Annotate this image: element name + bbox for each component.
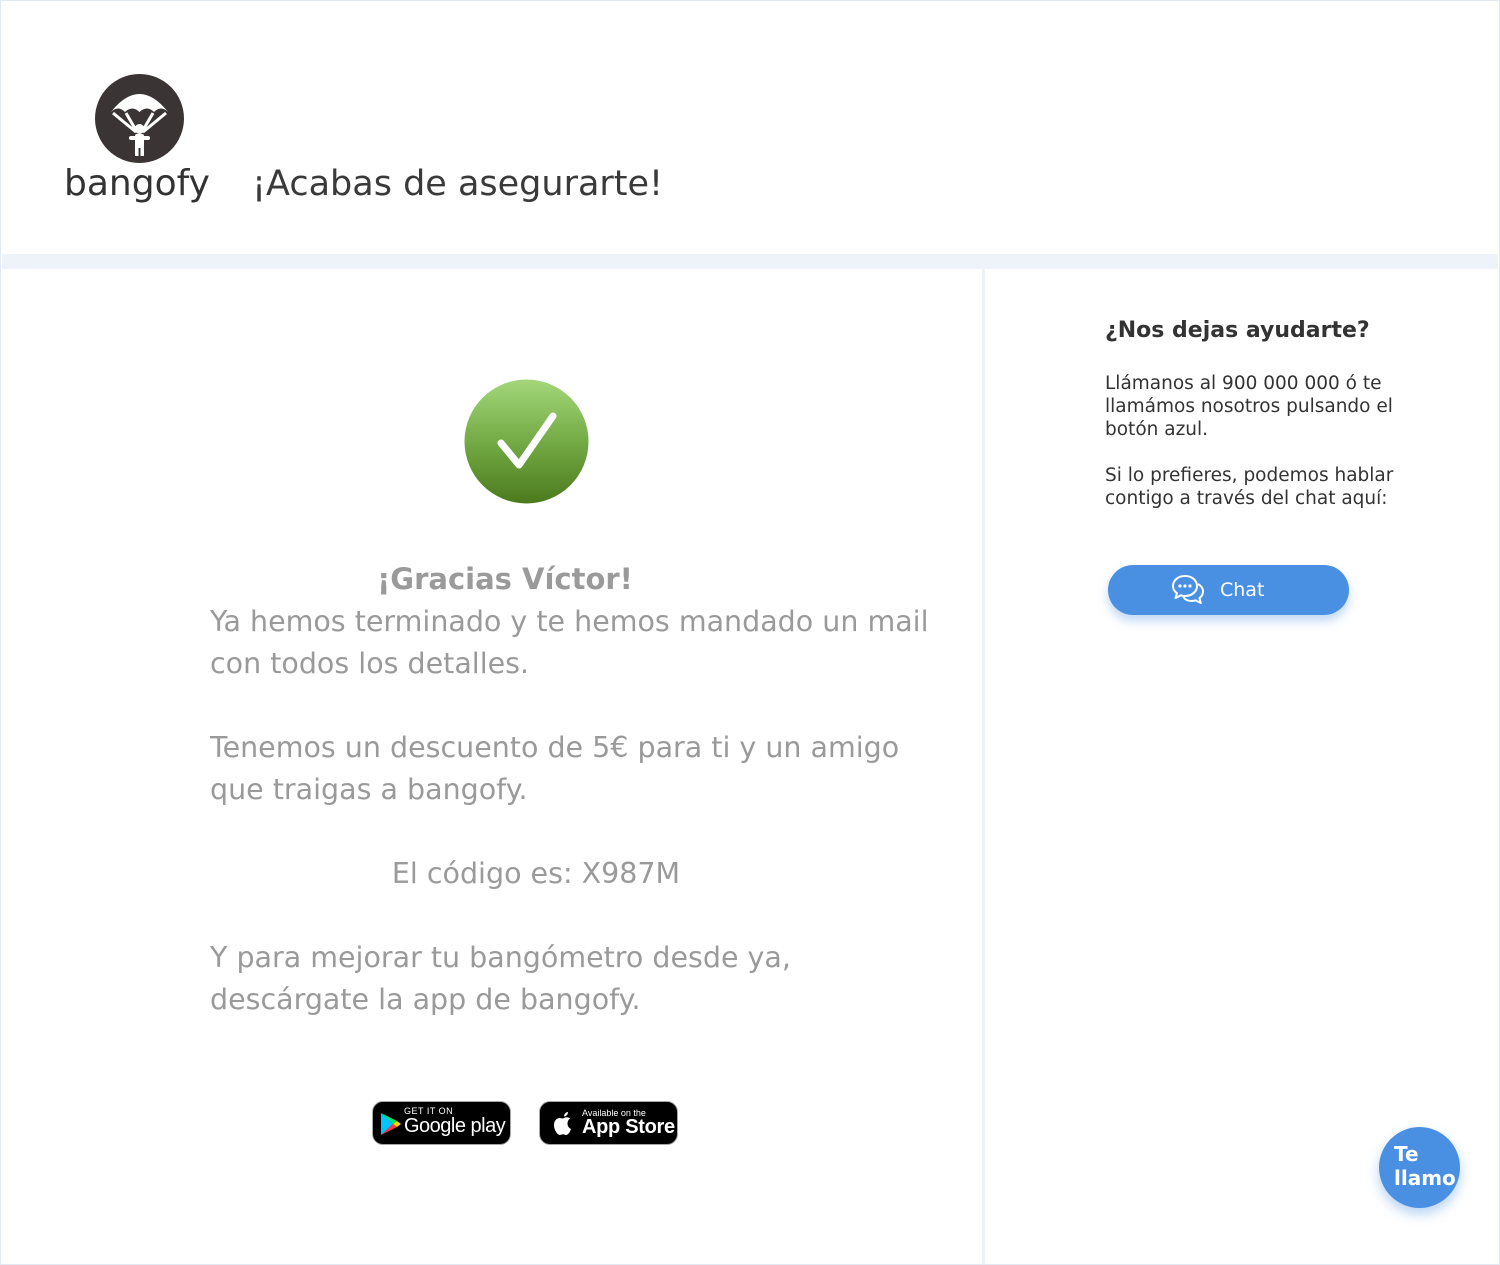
help-phone-text: Llámanos al 900 000 000 ó te llamámos no… bbox=[1105, 373, 1393, 440]
discount-code: El código es: X987M bbox=[391, 857, 681, 890]
header: bangofy ¡Acabas de asegurarte! bbox=[2, 2, 1498, 254]
discount-message: Tenemos un descuento de 5€ para ti y un … bbox=[210, 731, 900, 806]
call-me-button[interactable]: Te llamo bbox=[1379, 1127, 1460, 1208]
checkmark-icon bbox=[464, 379, 589, 504]
call-me-label-line2: llamo bbox=[1394, 1166, 1456, 1190]
chat-bubbles-icon bbox=[1172, 575, 1204, 604]
parachute-icon[interactable] bbox=[95, 74, 184, 163]
app-download-message: Y para mejorar tu bangómetro desde ya, d… bbox=[210, 941, 791, 1016]
confirmation-message: Ya hemos terminado y te hemos mandado un… bbox=[210, 605, 929, 680]
page: bangofy ¡Acabas de asegurarte! ¡Gracias … bbox=[0, 0, 1500, 1265]
confirmation-panel: ¡Gracias Víctor! Ya hemos terminado y te… bbox=[2, 269, 982, 1264]
thanks-heading: ¡Gracias Víctor! bbox=[377, 562, 633, 596]
google-play-icon bbox=[381, 1113, 401, 1135]
chat-label: Chat bbox=[1220, 579, 1265, 601]
app-store-big-text: App Store bbox=[582, 1116, 675, 1138]
help-chat-text: Si lo prefieres, podemos hablar contigo … bbox=[1105, 465, 1394, 509]
logo-text[interactable]: bangofy bbox=[64, 160, 210, 208]
page-title: ¡Acabas de asegurarte! bbox=[252, 164, 664, 204]
apple-icon bbox=[554, 1112, 571, 1135]
help-sidebar: ¿Nos dejas ayudarte? Llámanos al 900 000… bbox=[985, 269, 1499, 1264]
help-title: ¿Nos dejas ayudarte? bbox=[1105, 318, 1370, 343]
header-divider bbox=[2, 254, 1498, 269]
app-store-button[interactable]: Available on the App Store bbox=[539, 1101, 678, 1145]
call-me-label-line1: Te bbox=[1394, 1142, 1419, 1166]
google-play-button[interactable]: GET IT ON Google play bbox=[372, 1101, 511, 1145]
google-play-big-text: Google play bbox=[404, 1115, 506, 1137]
chat-button[interactable]: Chat bbox=[1108, 565, 1349, 615]
